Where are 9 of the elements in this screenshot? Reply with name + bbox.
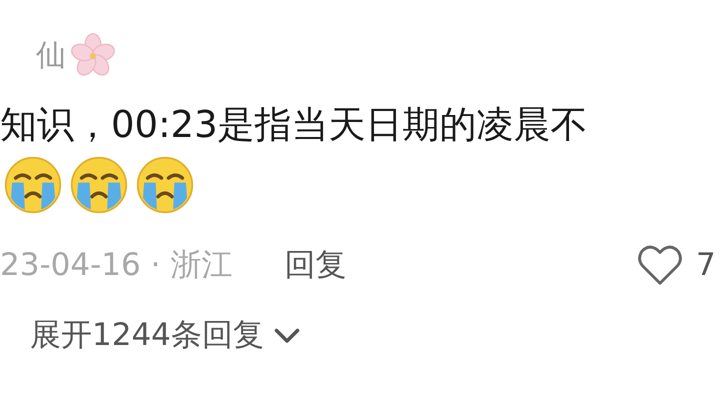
comment-text: 知识，00:23是指当天日期的凌晨不: [0, 102, 589, 148]
date-location: 23-04-16 · 浙江: [0, 246, 232, 285]
flower-icon: [70, 32, 116, 78]
reply-link[interactable]: 回复: [284, 244, 346, 286]
crying-face-icon: [136, 156, 194, 214]
expand-replies-button[interactable]: 展开1244条回复: [30, 314, 302, 356]
crying-face-icon: [4, 156, 62, 214]
like-count: 7: [696, 247, 717, 283]
crying-face-icon: [70, 156, 128, 214]
